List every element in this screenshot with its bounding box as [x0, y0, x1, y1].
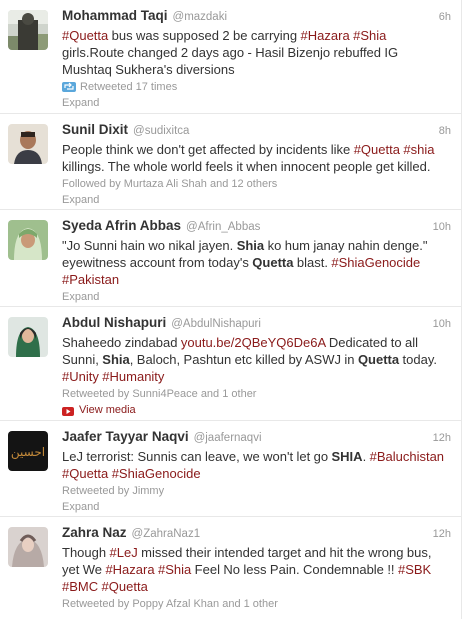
tweet-username[interactable]: @mazdaki — [173, 11, 228, 23]
url-link[interactable]: youtu.be/2QBeYQ6De6A — [181, 335, 326, 350]
hashtag-link[interactable]: #Shia — [353, 28, 386, 43]
hashtag-link[interactable]: #BMC — [62, 579, 98, 594]
tweet-text: #Quetta bus was supposed 2 be carrying #… — [62, 27, 451, 78]
expand-link[interactable]: Expand — [62, 500, 451, 514]
tweet-context-label: Retweeted 17 times — [80, 81, 178, 93]
hashtag-link[interactable]: #Hazara — [105, 562, 154, 577]
hashtag-link[interactable]: #SBK — [398, 562, 431, 577]
avatar-image — [8, 220, 48, 260]
avatar[interactable] — [8, 10, 48, 50]
hashtag-link[interactable]: #Hazara — [301, 28, 350, 43]
avatar-lettering: احسین — [11, 445, 45, 460]
tweet-item[interactable]: Sunil Dixit @sudixitca 8h People think w… — [0, 114, 461, 210]
tweet-context-label: Retweeted by Jimmy — [62, 485, 165, 497]
hashtag-link[interactable]: #Pakistan — [62, 272, 119, 287]
tweet-time[interactable]: 12h — [433, 432, 451, 444]
view-media-label[interactable]: View media — [79, 403, 136, 417]
tweet-item[interactable]: احسین Jaafer Tayyar Naqvi @jaafernaqvi 1… — [0, 421, 461, 517]
hashtag-link[interactable]: #Quetta — [62, 466, 108, 481]
avatar-image: احسین — [8, 431, 48, 471]
tweet-context: Retweeted by Jimmy — [62, 484, 451, 498]
tweet-username[interactable]: @AbdulNishapuri — [171, 318, 261, 330]
tweet-context: Retweeted 17 times — [62, 80, 451, 94]
tweet-item[interactable]: Mohammad Taqi @mazdaki 6h #Quetta bus wa… — [0, 0, 461, 114]
tweet-text-segment: Though — [62, 545, 110, 560]
expand-link[interactable]: Expand — [62, 96, 451, 110]
tweet-item[interactable]: Zahra Naz @ZahraNaz1 12h Though #LeJ mis… — [0, 517, 461, 619]
hashtag-link[interactable]: #LeJ — [110, 545, 138, 560]
view-media-link[interactable]: View media — [62, 403, 451, 417]
play-icon — [62, 406, 74, 416]
hashtag-link[interactable]: #ShiaGenocide — [112, 466, 201, 481]
hashtag-link[interactable]: #Shia — [158, 562, 191, 577]
avatar[interactable]: احسین — [8, 431, 48, 471]
tweet-fullname[interactable]: Jaafer Tayyar Naqvi — [62, 429, 189, 444]
tweet-context: Retweeted by Sunni4Peace and 1 other — [62, 387, 451, 401]
tweet-username[interactable]: @Afrin_Abbas — [186, 221, 260, 233]
tweet-fullname[interactable]: Sunil Dixit — [62, 122, 128, 137]
tweet-text: People think we don't get affected by in… — [62, 141, 451, 175]
tweet-item[interactable]: Abdul Nishapuri @AbdulNishapuri 10h Shah… — [0, 307, 461, 421]
hashtag-link[interactable]: #Unity — [62, 369, 99, 384]
hashtag-link[interactable]: #Quetta — [102, 579, 148, 594]
tweet-time[interactable]: 12h — [433, 528, 451, 540]
avatar-image — [8, 527, 48, 567]
tweet-text-segment: . — [362, 449, 370, 464]
tweet-text: Shaheedo zindabad youtu.be/2QBeYQ6De6A D… — [62, 334, 451, 385]
highlighted-term: Quetta — [252, 255, 294, 270]
tweet-fullname[interactable]: Abdul Nishapuri — [62, 315, 166, 330]
highlighted-term: SHIA — [331, 449, 363, 464]
highlighted-term: Shia — [236, 238, 265, 253]
tweet-context: Followed by Murtaza Ali Shah and 12 othe… — [62, 177, 451, 191]
tweet-time[interactable]: 10h — [433, 221, 451, 233]
tweet-text: LeJ terrorist: Sunnis can leave, we won'… — [62, 448, 451, 482]
tweet-text-segment: LeJ terrorist: Sunnis can leave, we won'… — [62, 449, 332, 464]
tweet-fullname[interactable]: Mohammad Taqi — [62, 8, 168, 23]
avatar-image — [8, 124, 48, 164]
hashtag-link[interactable]: #Humanity — [102, 369, 164, 384]
tweet-timeline: Mohammad Taqi @mazdaki 6h #Quetta bus wa… — [0, 0, 462, 619]
tweet-time[interactable]: 8h — [439, 125, 451, 137]
avatar-image — [8, 317, 48, 357]
tweet-time[interactable]: 6h — [439, 11, 451, 23]
tweet-context-label: Retweeted by Poppy Afzal Khan and 1 othe… — [62, 598, 278, 610]
hashtag-link[interactable]: #Quetta — [354, 142, 400, 157]
retweet-icon — [62, 82, 76, 92]
tweet-username[interactable]: @sudixitca — [133, 125, 189, 137]
tweet-username[interactable]: @ZahraNaz1 — [132, 528, 201, 540]
hashtag-link[interactable]: #ShiaGenocide — [331, 255, 420, 270]
avatar[interactable] — [8, 317, 48, 357]
tweet-text: Though #LeJ missed their intended target… — [62, 544, 451, 595]
tweet-fullname[interactable]: Zahra Naz — [62, 525, 127, 540]
tweet-text-segment: killings. The whole world feels it when … — [62, 159, 431, 174]
tweet-time[interactable]: 10h — [433, 318, 451, 330]
tweet-context-label: Followed by Murtaza Ali Shah and 12 othe… — [62, 178, 278, 190]
avatar[interactable] — [8, 527, 48, 567]
tweet-context-label: Retweeted by Sunni4Peace and 1 other — [62, 388, 257, 400]
highlighted-term: Quetta — [357, 352, 400, 367]
expand-link[interactable]: Expand — [62, 193, 451, 207]
tweet-username[interactable]: @jaafernaqvi — [194, 432, 262, 444]
tweet-text: "Jo Sunni hain wo nikal jayen. Shia ko h… — [62, 237, 451, 288]
tweet-text-segment: girls.Route changed 2 days ago - Hasil B… — [62, 45, 399, 77]
avatar-image — [8, 10, 48, 50]
hashtag-link[interactable]: #Baluchistan — [370, 449, 444, 464]
hashtag-link[interactable]: #Quetta — [62, 28, 108, 43]
tweet-text-segment: today. — [399, 352, 437, 367]
tweet-context: Retweeted by Poppy Afzal Khan and 1 othe… — [62, 597, 451, 611]
tweet-text-segment: bus was supposed 2 be carrying — [108, 28, 301, 43]
tweet-fullname[interactable]: Syeda Afrin Abbas — [62, 218, 181, 233]
tweet-text-segment: blast. — [293, 255, 332, 270]
tweet-text-segment: "Jo Sunni hain wo nikal jayen. — [62, 238, 237, 253]
avatar[interactable] — [8, 124, 48, 164]
hashtag-link[interactable]: #shia — [403, 142, 434, 157]
avatar[interactable] — [8, 220, 48, 260]
tweet-text-segment: Shaheedo zindabad — [62, 335, 181, 350]
expand-link[interactable]: Expand — [62, 290, 451, 304]
tweet-text-segment: Feel No less Pain. Condemnable !! — [191, 562, 398, 577]
highlighted-term: Shia — [102, 352, 130, 367]
tweet-item[interactable]: Syeda Afrin Abbas @Afrin_Abbas 10h "Jo S… — [0, 210, 461, 307]
tweet-text-segment: People think we don't get affected by in… — [62, 142, 354, 157]
tweet-text-segment: , Baloch, Pashtun etc killed by ASWJ in — [129, 352, 358, 367]
